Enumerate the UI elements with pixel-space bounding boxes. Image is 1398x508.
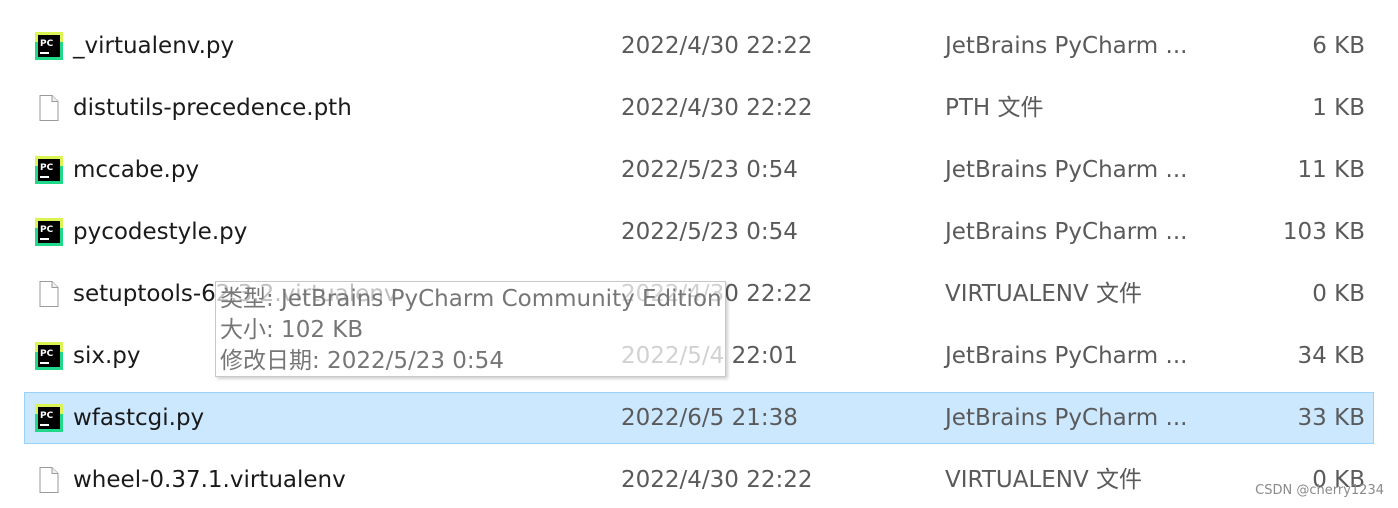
blank-file-icon (35, 280, 63, 308)
file-info-tooltip: 类型: JetBrains PyCharm Community Edition … (215, 281, 726, 377)
tooltip-modified-date: 修改日期: 2022/5/23 0:54 (220, 348, 504, 374)
file-size: 11 KB (1297, 157, 1365, 183)
file-size: 33 KB (1297, 405, 1365, 431)
file-size: 34 KB (1297, 343, 1365, 369)
pycharm-file-icon: PC (35, 218, 63, 246)
file-type: JetBrains PyCharm ... (945, 157, 1188, 183)
file-size: 0 KB (1312, 281, 1365, 307)
file-type: JetBrains PyCharm ... (945, 33, 1188, 59)
file-name: wheel-0.37.1.virtualenv (73, 467, 346, 493)
file-modified-date: 2022/4/30 22:22 (621, 95, 813, 121)
file-type: VIRTUALENV 文件 (945, 467, 1143, 493)
file-size: 103 KB (1282, 219, 1365, 245)
file-row[interactable]: wheel-0.37.1.virtualenv 2022/4/30 22:22 … (24, 454, 1374, 506)
pycharm-file-icon: PC (35, 32, 63, 60)
file-type: PTH 文件 (945, 95, 1044, 121)
file-type: JetBrains PyCharm ... (945, 219, 1188, 245)
file-type: JetBrains PyCharm ... (945, 343, 1188, 369)
blank-file-icon (35, 94, 63, 122)
file-name: distutils-precedence.pth (73, 95, 352, 121)
file-row[interactable]: distutils-precedence.pth 2022/4/30 22:22… (24, 82, 1374, 134)
svg-text:PC: PC (40, 225, 54, 235)
blank-file-icon (35, 466, 63, 494)
file-modified-date: 2022/4/30 22:22 (621, 467, 813, 493)
svg-text:PC: PC (40, 411, 54, 421)
pycharm-file-icon: PC (35, 342, 63, 370)
file-type: VIRTUALENV 文件 (945, 281, 1143, 307)
file-type: JetBrains PyCharm ... (945, 405, 1188, 431)
pycharm-file-icon: PC (35, 156, 63, 184)
file-row[interactable]: PC _virtualenv.py 2022/4/30 22:22 JetBra… (24, 20, 1374, 72)
file-name: _virtualenv.py (73, 33, 235, 59)
file-size: 1 KB (1312, 95, 1365, 121)
file-name: pycodestyle.py (73, 219, 248, 245)
svg-text:PC: PC (40, 163, 54, 173)
file-name: wfastcgi.py (73, 405, 205, 431)
svg-text:PC: PC (40, 349, 54, 359)
file-modified-date: 2022/4/30 22:22 (621, 33, 813, 59)
file-name: six.py (73, 343, 141, 369)
file-list-view: PC _virtualenv.py 2022/4/30 22:22 JetBra… (0, 0, 1398, 508)
tooltip-size: 大小: 102 KB (220, 317, 364, 343)
file-row[interactable]: PC pycodestyle.py 2022/5/23 0:54 JetBrai… (24, 206, 1374, 258)
file-size: 6 KB (1312, 33, 1365, 59)
file-modified-date: 2022/5/23 0:54 (621, 219, 798, 245)
file-modified-date: 2022/6/5 21:38 (621, 405, 798, 431)
tooltip-type: 类型: JetBrains PyCharm Community Edition (220, 286, 722, 312)
pycharm-file-icon: PC (35, 404, 63, 432)
watermark: CSDN @cherry1234 (1255, 483, 1384, 498)
svg-text:PC: PC (40, 39, 54, 49)
file-modified-date: 2022/5/23 0:54 (621, 157, 798, 183)
file-row-selected[interactable]: PC wfastcgi.py 2022/6/5 21:38 JetBrains … (24, 392, 1374, 444)
file-name: mccabe.py (73, 157, 200, 183)
file-row[interactable]: PC mccabe.py 2022/5/23 0:54 JetBrains Py… (24, 144, 1374, 196)
